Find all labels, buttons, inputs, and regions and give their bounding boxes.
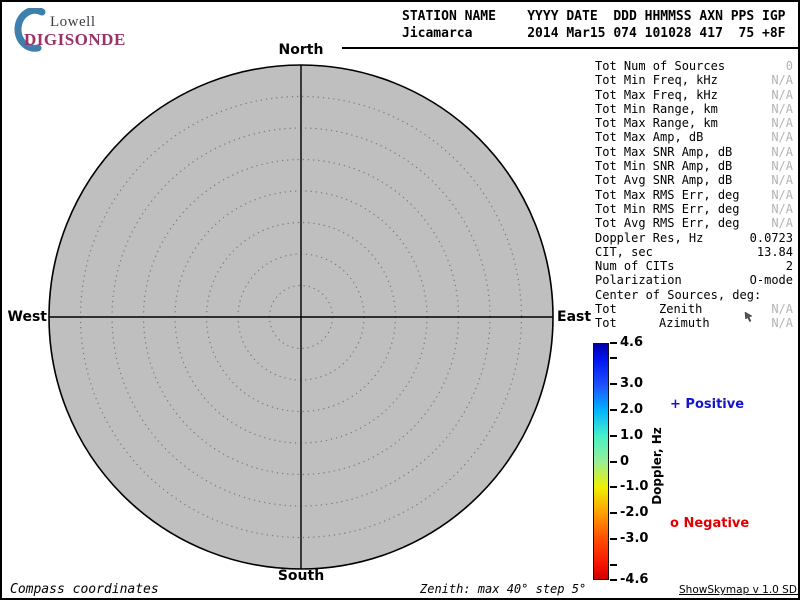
logo-lowell-text: Lowell: [50, 14, 96, 31]
colorbar-tick: [610, 486, 617, 488]
stat-value: 2: [786, 259, 793, 273]
stat-value: 0: [786, 59, 793, 73]
stat-value: N/A: [771, 130, 793, 144]
colorbar-tick-label: -3.0: [620, 531, 648, 546]
stat-row: Tot Max RMS Err, deg N/A: [595, 188, 793, 202]
direction-label-west: West: [4, 309, 47, 325]
stat-value: N/A: [771, 88, 793, 102]
stat-label: Tot: [595, 302, 617, 316]
stat-row: Center of Sources, deg:: [595, 288, 793, 302]
stat-label: Center of Sources, deg:: [595, 288, 761, 302]
direction-label-south: South: [276, 568, 326, 584]
stat-label: Doppler Res, Hz: [595, 231, 703, 245]
stat-row: Tot Max SNR Amp, dB N/A: [595, 145, 793, 159]
colorbar-tick: [610, 579, 617, 581]
stat-label: Tot Num of Sources: [595, 59, 725, 73]
stat-row: Tot Max Amp, dB N/A: [595, 130, 793, 144]
stat-label: Num of CITs: [595, 259, 674, 273]
stat-row: Tot Min Range, km N/A: [595, 102, 793, 116]
lowell-digisonde-logo: Lowell DIGISONDE: [12, 8, 152, 50]
colorbar-tick-label: 4.6: [620, 335, 643, 350]
stat-label: CIT, sec: [595, 245, 653, 259]
colorbar-tick: [610, 357, 617, 359]
stat-row: Tot Min RMS Err, deg N/A: [595, 202, 793, 216]
stat-value: 13.84: [757, 245, 793, 259]
stat-label: Tot Max Amp, dB: [595, 130, 703, 144]
colorbar-tick: [610, 409, 617, 411]
stat-value: N/A: [771, 173, 793, 187]
colorbar-tick-label: 2.0: [620, 402, 643, 417]
stat-value: N/A: [771, 116, 793, 130]
stat-value: N/A: [771, 188, 793, 202]
stat-label: Tot Min Range, km: [595, 102, 718, 116]
stat-label: Polarization: [595, 273, 682, 287]
stat-value: N/A: [771, 302, 793, 316]
stat-label: Tot Max SNR Amp, dB: [595, 145, 732, 159]
colorbar-tick: [610, 342, 617, 344]
coordinate-system-label: Compass coordinates: [10, 582, 159, 597]
stat-row: Doppler Res, Hz 0.0723: [595, 231, 793, 245]
stat-row: Tot Max Freq, kHz N/A: [595, 88, 793, 102]
colorbar-title: Doppler, Hz: [650, 427, 664, 505]
stat-mid-label: Azimuth: [659, 316, 710, 330]
colorbar-tick: [610, 461, 617, 463]
colorbar-tick-label: 3.0: [620, 376, 643, 391]
mouse-cursor-icon: [744, 311, 754, 323]
colorbar-tick-label: 1.0: [620, 428, 643, 443]
colorbar-tick-label: -2.0: [620, 505, 648, 520]
stat-row: Tot Avg RMS Err, deg N/A: [595, 216, 793, 230]
colorbar-tick: [610, 564, 617, 566]
colorbar-tick-label: -1.0: [620, 479, 648, 494]
skymap-polar-plot: [41, 57, 561, 577]
header-column-titles: STATION NAME YYYY DATE DDD HHMMSS AXN PP…: [402, 9, 786, 25]
stat-value: N/A: [771, 216, 793, 230]
stat-label: Tot Min RMS Err, deg: [595, 202, 740, 216]
stat-label: Tot: [595, 316, 617, 330]
colorbar-tick: [610, 512, 617, 514]
stat-row: CIT, sec 13.84: [595, 245, 793, 259]
stat-value: N/A: [771, 202, 793, 216]
stat-row: Tot Min Freq, kHz N/A: [595, 73, 793, 87]
stat-value: N/A: [771, 102, 793, 116]
stat-value: O-mode: [750, 273, 793, 287]
stat-row: Tot Azimuth N/A: [595, 316, 793, 330]
stat-row: Num of CITs 2: [595, 259, 793, 273]
stat-value: N/A: [771, 145, 793, 159]
doppler-colorbar: [593, 343, 609, 580]
legend-positive: + Positive: [670, 397, 744, 412]
showskymap-window: Lowell DIGISONDE STATION NAME YYYY DATE …: [0, 0, 800, 600]
stat-row: Tot Min SNR Amp, dB N/A: [595, 159, 793, 173]
stats-panel: Tot Num of Sources0Tot Min Freq, kHzN/AT…: [595, 59, 793, 331]
direction-label-north: North: [276, 42, 326, 58]
stat-label: Tot Max RMS Err, deg: [595, 188, 740, 202]
header-separator: [342, 47, 800, 49]
stat-row: Tot Num of Sources 0: [595, 59, 793, 73]
stat-mid-label: Zenith: [659, 302, 702, 316]
colorbar-tick-label: -4.6: [620, 572, 648, 587]
stat-label: Tot Avg RMS Err, deg: [595, 216, 740, 230]
version-label: ShowSkymap v 1.0 SD v 4.2: [679, 584, 800, 596]
stat-value: N/A: [771, 316, 793, 330]
logo-digisonde-text: DIGISONDE: [24, 30, 126, 50]
stat-row: Tot Zenith N/A: [595, 302, 793, 316]
colorbar-tick: [610, 538, 617, 540]
stat-row: Polarization O-mode: [595, 273, 793, 287]
stat-row: Tot Max Range, km N/A: [595, 116, 793, 130]
stat-label: Tot Min Freq, kHz: [595, 73, 718, 87]
stat-label: Tot Avg SNR Amp, dB: [595, 173, 732, 187]
stat-row: Tot Avg SNR Amp, dB N/A: [595, 173, 793, 187]
stat-value: N/A: [771, 73, 793, 87]
stat-value: 0.0723: [750, 231, 793, 245]
zenith-range-label: Zenith: max 40° step 5°: [420, 582, 586, 596]
colorbar-tick: [610, 435, 617, 437]
colorbar-tick: [610, 383, 617, 385]
stat-label: Tot Max Range, km: [595, 116, 718, 130]
legend-negative: o Negative: [670, 516, 749, 531]
colorbar-tick-label: 0: [620, 454, 629, 469]
stat-value: N/A: [771, 159, 793, 173]
stat-label: Tot Max Freq, kHz: [595, 88, 718, 102]
stat-label: Tot Min SNR Amp, dB: [595, 159, 732, 173]
header-station-values: Jicamarca 2014 Mar15 074 101028 417 75 +…: [402, 26, 786, 42]
